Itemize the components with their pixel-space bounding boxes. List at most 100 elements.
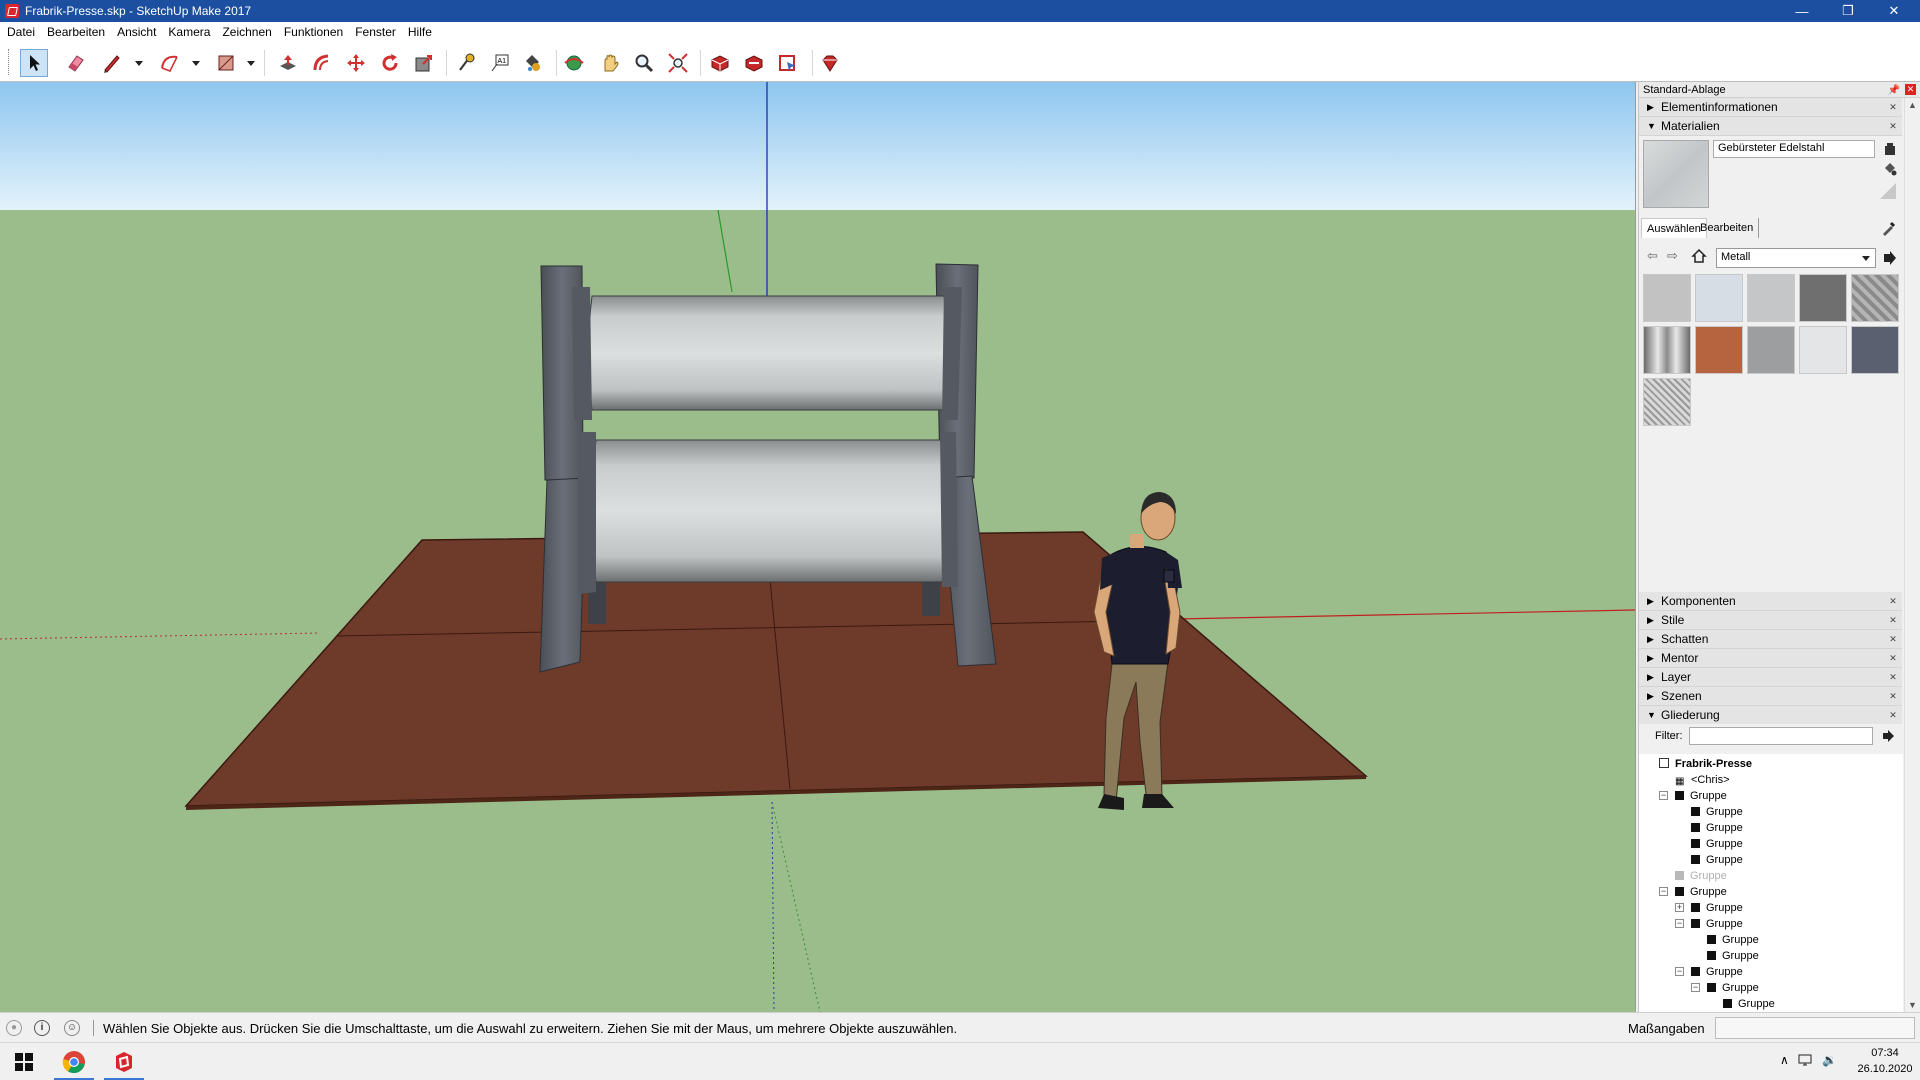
layout-icon[interactable] [774, 49, 802, 77]
panel-mentor[interactable]: ▶ Mentor ✕ [1639, 649, 1902, 668]
menu-datei[interactable]: Datei [7, 25, 35, 39]
collapse-node-icon[interactable]: − [1659, 791, 1668, 800]
material-swatch-rust[interactable] [1695, 326, 1743, 374]
collapse-node-icon[interactable]: − [1659, 887, 1668, 896]
material-swatch-diamond-plate[interactable] [1851, 274, 1899, 322]
move-tool-icon[interactable] [342, 49, 370, 77]
taskbar-clock[interactable]: 07:34 26.10.2020 [1855, 1045, 1915, 1077]
paint-bucket-tool-icon[interactable] [518, 49, 546, 77]
forward-arrow-icon[interactable]: ⇨ [1667, 248, 1678, 264]
extension-warehouse-icon[interactable] [740, 49, 768, 77]
panel-close-icon[interactable]: ✕ [1888, 102, 1898, 112]
material-swatch-steel-textured[interactable] [1747, 326, 1795, 374]
outliner-group[interactable]: − Gruppe [1691, 980, 1759, 996]
outliner-group[interactable]: Gruppe [1707, 932, 1759, 948]
outliner-group[interactable]: Gruppe [1691, 820, 1743, 836]
panel-close-icon[interactable]: ✕ [1888, 634, 1898, 644]
panel-gliederung[interactable]: ▼ Gliederung ✕ [1639, 706, 1902, 725]
panel-materialien[interactable]: ▼ Materialien ✕ [1639, 117, 1902, 136]
taskbar-chrome[interactable] [50, 1043, 98, 1080]
outliner-group[interactable]: − Gruppe [1675, 916, 1743, 932]
network-icon[interactable] [1798, 1054, 1814, 1068]
outliner-group[interactable]: Gruppe [1691, 836, 1743, 852]
outliner-group[interactable]: − Gruppe [1659, 788, 1727, 804]
panel-close-icon[interactable]: ✕ [1888, 596, 1898, 606]
collapse-node-icon[interactable]: − [1691, 983, 1700, 992]
material-swatch-steel-light[interactable] [1747, 274, 1795, 322]
geo-location-icon[interactable]: ● [6, 1020, 22, 1036]
offset-tool-icon[interactable] [308, 49, 336, 77]
menu-bearbeiten[interactable]: Bearbeiten [47, 25, 105, 39]
line-tool-icon[interactable] [98, 49, 126, 77]
default-material-icon[interactable] [1879, 182, 1897, 200]
taskbar-sketchup[interactable] [100, 1043, 148, 1080]
material-preview-swatch[interactable] [1643, 140, 1709, 208]
model-viewport[interactable] [0, 82, 1636, 1012]
viewport-canvas[interactable] [0, 82, 1636, 1012]
pan-tool-icon[interactable] [596, 49, 624, 77]
panel-elementinformationen[interactable]: ▶ Elementinformationen ✕ [1639, 98, 1902, 117]
outliner-group[interactable]: Gruppe [1675, 868, 1727, 884]
expand-node-icon[interactable]: + [1675, 903, 1684, 912]
outliner-group[interactable]: − Gruppe [1659, 884, 1727, 900]
outliner-group[interactable]: Gruppe [1691, 804, 1743, 820]
material-swatch-blue-steel[interactable] [1851, 326, 1899, 374]
material-swatch-aluminum[interactable] [1643, 274, 1691, 322]
panel-close-icon[interactable]: ✕ [1888, 710, 1898, 720]
outliner-group[interactable]: Gruppe [1723, 996, 1775, 1012]
collapse-node-icon[interactable]: − [1675, 967, 1684, 976]
toolbar-grip[interactable] [8, 49, 11, 75]
eraser-tool-icon[interactable] [62, 49, 90, 77]
material-swatch-metal-mesh[interactable] [1643, 378, 1691, 426]
paint-bucket-icon[interactable] [1883, 162, 1897, 176]
home-icon[interactable] [1691, 248, 1707, 264]
scroll-up-icon[interactable]: ▲ [1908, 100, 1917, 110]
credits-icon[interactable]: i [34, 1020, 50, 1036]
panel-close-icon[interactable]: ✕ [1888, 672, 1898, 682]
line-tool-dropdown[interactable] [134, 56, 144, 70]
outliner-tree[interactable]: Frabrik-Presse ▦ <Chris> − Gruppe Gruppe Grupp… [1639, 754, 1903, 1012]
text-tool-icon[interactable]: A1 [486, 49, 514, 77]
collapse-node-icon[interactable]: − [1675, 919, 1684, 928]
menu-zeichnen[interactable]: Zeichnen [222, 25, 271, 39]
material-name-field[interactable]: Gebürsteter Edelstahl [1713, 140, 1875, 158]
minimize-button[interactable]: — [1780, 0, 1824, 22]
material-swatch-white-metal[interactable] [1799, 326, 1847, 374]
panel-close-icon[interactable]: ✕ [1888, 691, 1898, 701]
tray-chevron-up-icon[interactable]: ∧ [1780, 1053, 1789, 1067]
tray-scrollbar[interactable]: ▲ ▼ [1904, 98, 1920, 1012]
outliner-group[interactable]: + Gruppe [1675, 900, 1743, 916]
close-button[interactable]: ✕ [1872, 0, 1916, 22]
user-account-icon[interactable]: ☺ [64, 1020, 80, 1036]
3d-warehouse-icon[interactable] [706, 49, 734, 77]
details-arrow-icon[interactable] [1881, 250, 1897, 266]
material-swatch-corrugated[interactable] [1643, 326, 1691, 374]
restore-button[interactable]: ❐ [1826, 0, 1870, 22]
press-roller-upper[interactable] [588, 295, 949, 411]
menu-hilfe[interactable]: Hilfe [408, 25, 432, 39]
menu-funktionen[interactable]: Funktionen [284, 25, 343, 39]
push-pull-tool-icon[interactable] [274, 49, 302, 77]
outliner-group[interactable]: Gruppe [1707, 948, 1759, 964]
panel-schatten[interactable]: ▶ Schatten ✕ [1639, 630, 1902, 649]
zoom-extents-tool-icon[interactable] [664, 49, 692, 77]
material-swatch-steel-dark[interactable] [1799, 274, 1847, 322]
panel-layer[interactable]: ▶ Layer ✕ [1639, 668, 1902, 687]
menu-ansicht[interactable]: Ansicht [117, 25, 156, 39]
pin-icon[interactable]: 📌 [1888, 83, 1900, 99]
back-arrow-icon[interactable]: ⇦ [1647, 248, 1658, 264]
material-collection-select[interactable]: Metall [1716, 248, 1876, 268]
rectangle-tool-icon[interactable] [212, 49, 240, 77]
panel-stile[interactable]: ▶ Stile ✕ [1639, 611, 1902, 630]
zoom-tool-icon[interactable] [630, 49, 658, 77]
menu-fenster[interactable]: Fenster [355, 25, 396, 39]
arc-tool-dropdown[interactable] [191, 56, 201, 70]
panel-komponenten[interactable]: ▶ Komponenten ✕ [1639, 592, 1902, 611]
scale-tool-icon[interactable] [410, 49, 438, 77]
press-roller-lower[interactable] [591, 439, 949, 583]
extension-manager-icon[interactable] [816, 49, 844, 77]
outliner-root-model[interactable]: Frabrik-Presse [1659, 756, 1752, 772]
rotate-tool-icon[interactable] [376, 49, 404, 77]
panel-close-icon[interactable]: ✕ [1888, 615, 1898, 625]
create-material-icon[interactable] [1883, 142, 1897, 156]
